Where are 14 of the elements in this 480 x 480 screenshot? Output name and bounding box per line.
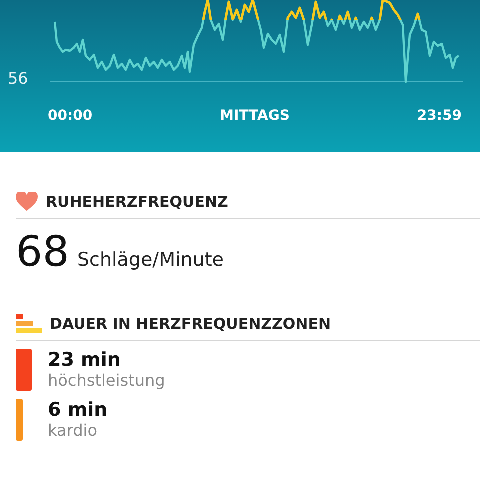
zone-duration: 23 min <box>48 349 122 371</box>
zone-duration: 6 min <box>48 399 108 421</box>
zones-icon <box>16 314 42 334</box>
zone-name: höchstleistung <box>48 371 166 391</box>
section-title: DAUER IN HERZFREQUENZZONEN <box>50 315 332 333</box>
axis-label: 00:00 <box>48 108 93 124</box>
axis-label: 23:59 <box>417 108 462 124</box>
axis-label: MITTAGS <box>220 108 290 124</box>
heart-rate-value: 68 <box>16 227 70 276</box>
heart-icon <box>16 192 38 212</box>
axis-label: 56 <box>8 69 28 88</box>
section-title: RUHEHERZFREQUENZ <box>46 193 228 211</box>
unit-label: Schläge/Minute <box>77 249 224 271</box>
zone-name: kardio <box>48 421 98 441</box>
